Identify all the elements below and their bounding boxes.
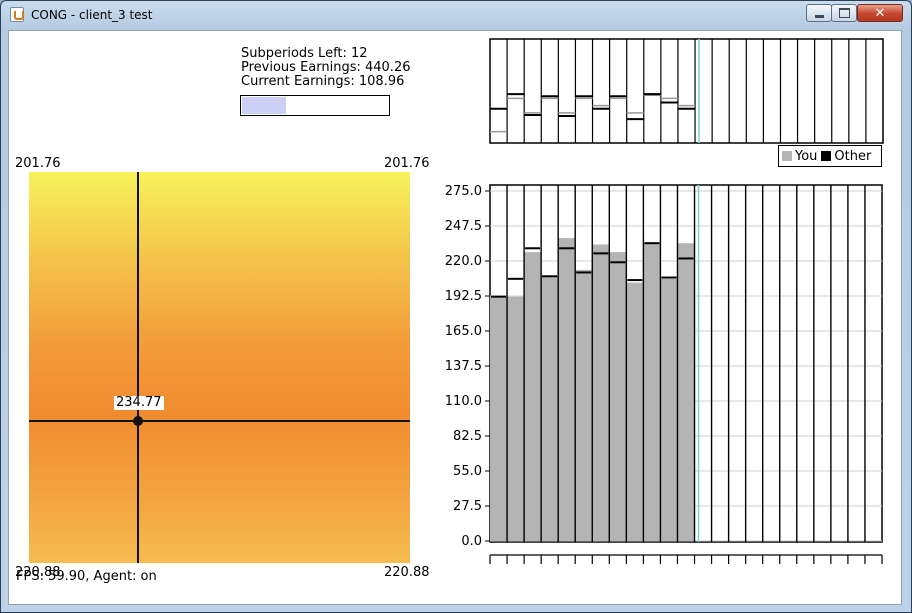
y-tick-label: 137.5 xyxy=(445,359,482,374)
maximize-button[interactable] xyxy=(831,4,857,22)
y-tick-label: 82.5 xyxy=(453,429,482,444)
y-tick-label: 275.0 xyxy=(445,184,482,199)
y-tick-label: 165.0 xyxy=(445,324,482,339)
status-text: FPS: 59.90, Agent: on xyxy=(16,569,157,584)
you-bar xyxy=(541,276,559,541)
payoff-bar-chart: 275.0 247.5 220.0 192.5 165.0 137.5 110.0 82.5 5… xyxy=(445,184,883,564)
heatmap-crosshair-horizontal xyxy=(29,420,410,422)
subperiods-left: Subperiods Left: 12 xyxy=(241,46,368,61)
y-tick-label: 220.0 xyxy=(445,254,482,269)
you-bar xyxy=(626,282,644,541)
legend-other-label: Other xyxy=(834,148,872,164)
heatmap-top-left-value: 201.76 xyxy=(15,156,61,171)
strategy-point[interactable] xyxy=(133,416,143,426)
you-bar xyxy=(660,278,678,541)
close-icon: ✕ xyxy=(874,5,886,21)
you-bar xyxy=(575,269,593,541)
you-bar xyxy=(558,238,576,541)
you-bar xyxy=(490,296,508,541)
legend-you-label: You xyxy=(795,148,818,164)
you-bar xyxy=(507,296,525,541)
mini-frame xyxy=(489,38,884,144)
you-bar xyxy=(592,244,610,542)
heatmap-top-right-value: 201.76 xyxy=(384,156,430,171)
heatmap-crosshair-vertical xyxy=(137,172,139,563)
you-swatch xyxy=(782,151,792,161)
you-bar xyxy=(524,252,542,541)
previous-earnings: Previous Earnings: 440.26 xyxy=(241,60,411,75)
y-tick-label: 192.5 xyxy=(445,289,482,304)
you-bar xyxy=(643,243,661,541)
current-earnings: Current Earnings: 108.96 xyxy=(241,74,405,89)
progress-fill xyxy=(242,97,286,114)
y-tick-label: 110.0 xyxy=(445,394,482,409)
strategy-heatmap[interactable] xyxy=(29,172,410,563)
maximize-icon xyxy=(838,8,850,18)
other-swatch xyxy=(821,151,832,161)
strategy-point-value: 234.77 xyxy=(114,395,164,410)
earnings-info: Subperiods Left: 12 Previous Earnings: 4… xyxy=(241,47,410,89)
title-bar[interactable]: CONG - client_3 test ✕ xyxy=(1,1,911,29)
y-tick-label: 27.5 xyxy=(453,499,482,514)
minimize-button[interactable] xyxy=(806,4,832,22)
y-tick-label: 55.0 xyxy=(453,464,482,479)
period-progress-bar xyxy=(240,95,390,116)
you-bar xyxy=(609,252,627,541)
window-title: CONG - client_3 test xyxy=(31,8,153,22)
y-tick-label: 247.5 xyxy=(445,219,482,234)
java-app-icon xyxy=(10,7,24,22)
mini-history-chart xyxy=(489,38,884,144)
minimize-icon xyxy=(814,14,824,18)
close-button[interactable]: ✕ xyxy=(857,4,903,22)
you-bar xyxy=(677,243,695,541)
chart-legend: You Other xyxy=(778,145,882,167)
y-tick-label: 0.0 xyxy=(461,534,482,549)
